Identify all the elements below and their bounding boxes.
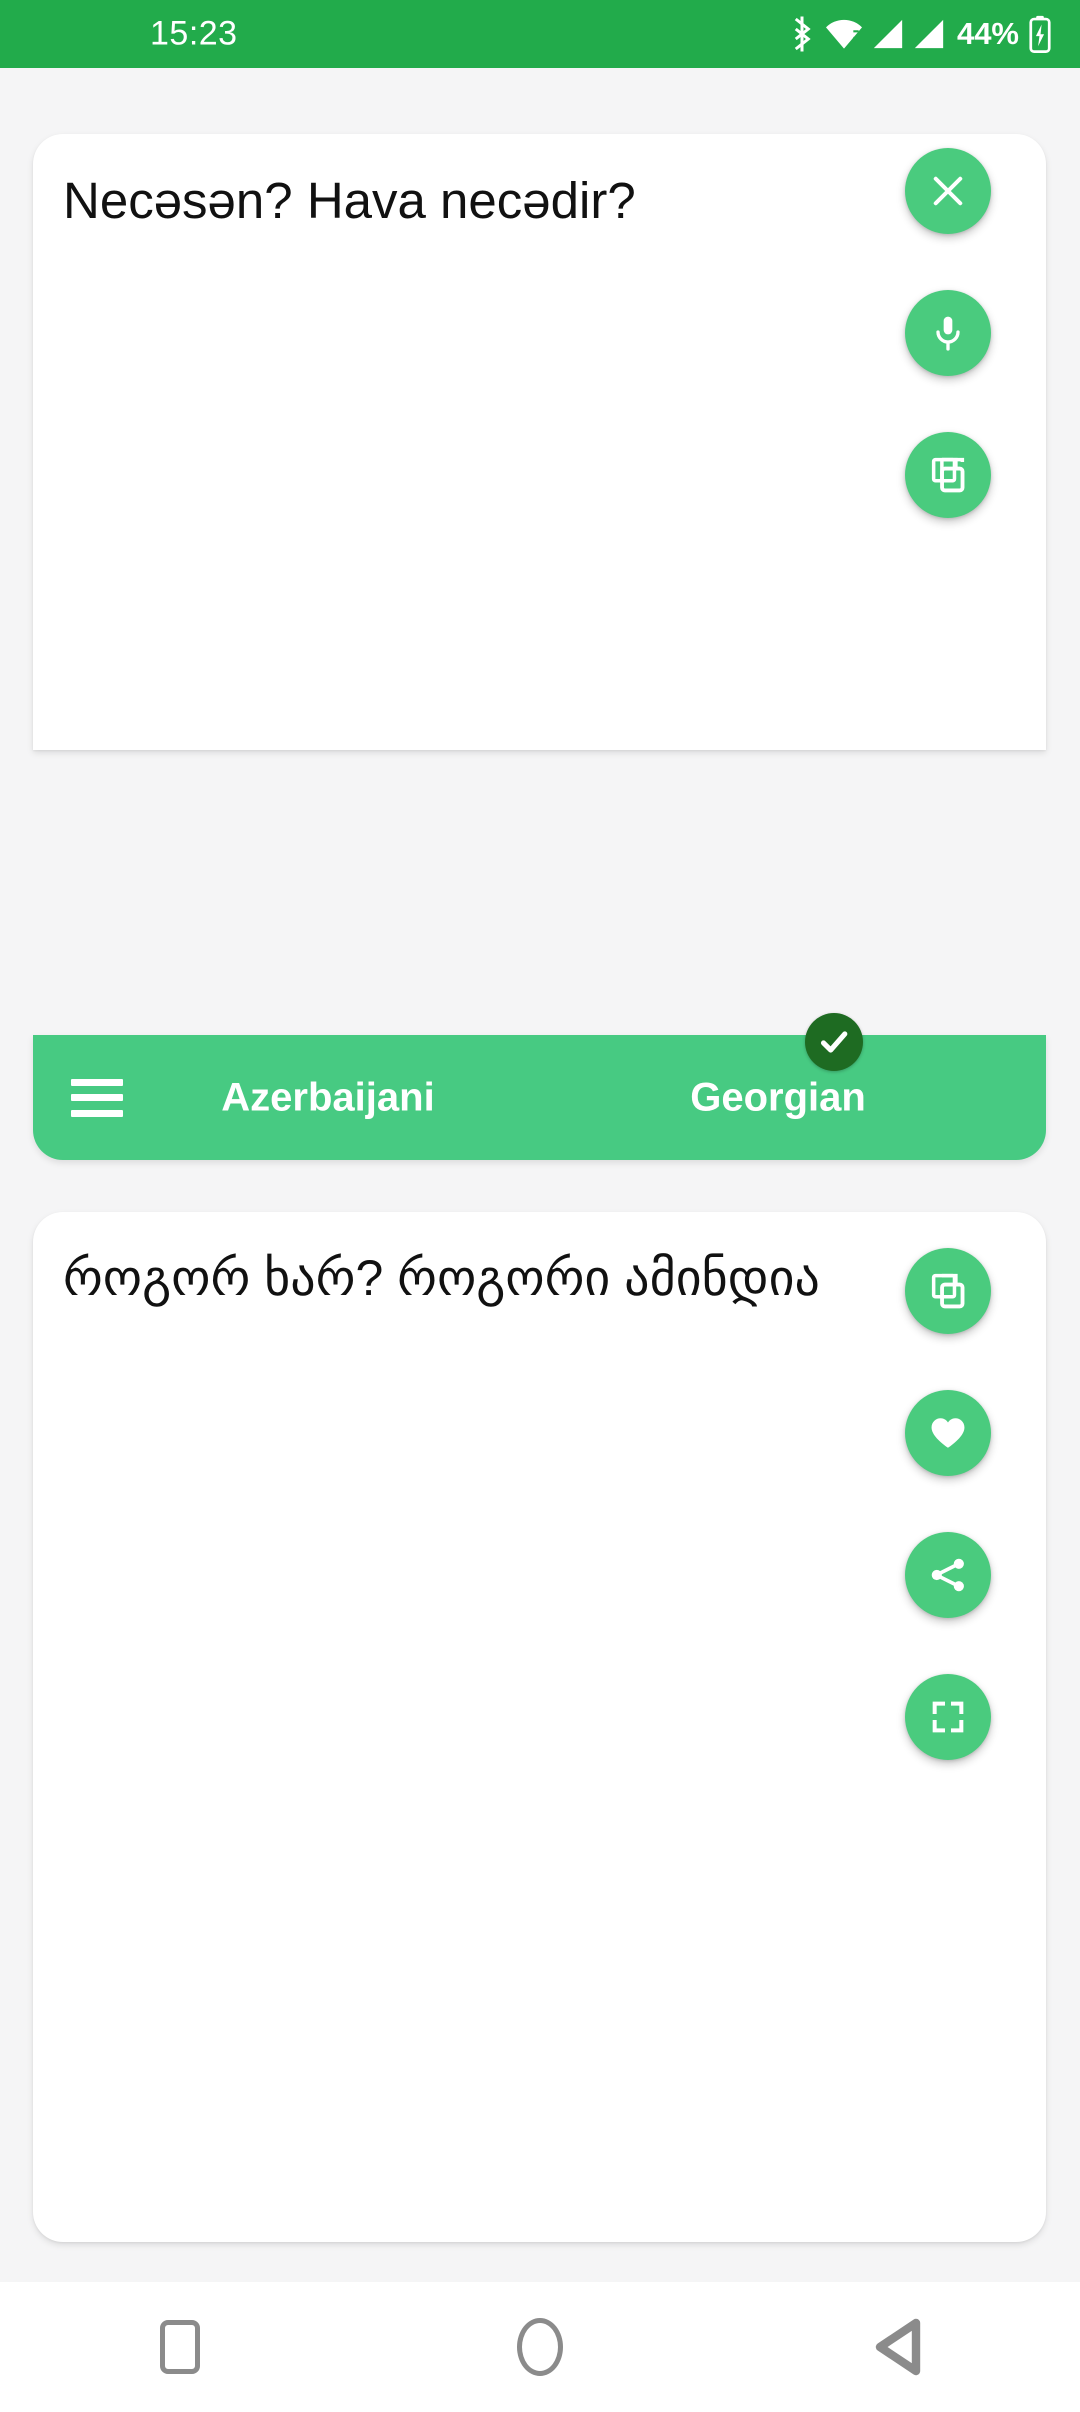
copy-icon [931, 457, 965, 493]
source-language-selector[interactable]: Azerbaijani [143, 1075, 513, 1120]
target-language-selector[interactable]: Georgian [593, 1075, 963, 1120]
square-icon [160, 2320, 200, 2374]
wifi-icon [825, 19, 862, 49]
bluetooth-icon [794, 16, 811, 52]
favorite-button[interactable] [905, 1390, 991, 1476]
close-icon [933, 176, 963, 206]
translated-text[interactable]: როგორ ხარ? როგორი ამინდია [63, 1248, 883, 1309]
heart-icon [931, 1418, 965, 1448]
signal-bars-2-icon [914, 19, 944, 49]
language-selector-bar: Azerbaijani Georgian [33, 1013, 1046, 1160]
fullscreen-icon [932, 1701, 964, 1733]
copy-source-button[interactable] [905, 432, 991, 518]
nav-recents-button[interactable] [115, 2282, 245, 2412]
nav-home-button[interactable] [475, 2282, 605, 2412]
share-button[interactable] [905, 1532, 991, 1618]
status-bar: 15:23 44% [0, 0, 1080, 68]
source-text-card[interactable]: Necəsən? Hava necədir? [33, 134, 1046, 750]
app-screen: 15:23 44% Necəsən? Hava necədir? Azerbai… [0, 0, 1080, 2412]
status-icon-tray: 44% [787, 15, 1052, 53]
menu-line-2 [71, 1094, 123, 1101]
fullscreen-button[interactable] [905, 1674, 991, 1760]
microphone-icon [936, 316, 960, 351]
voice-input-button[interactable] [905, 290, 991, 376]
clear-button[interactable] [905, 148, 991, 234]
menu-line-1 [71, 1078, 123, 1086]
translation-result-card[interactable]: როგორ ხარ? როგორი ამინდია [33, 1212, 1046, 2242]
check-badge-icon [805, 1013, 863, 1071]
battery-percent-label: 44% [956, 16, 1019, 51]
copy-translation-button[interactable] [905, 1248, 991, 1334]
status-clock: 15:23 [150, 14, 238, 53]
battery-charging-icon [1029, 15, 1051, 53]
share-icon [931, 1558, 964, 1592]
nav-back-button[interactable] [835, 2282, 965, 2412]
menu-line-3 [71, 1109, 123, 1117]
source-text[interactable]: Necəsən? Hava necədir? [63, 170, 883, 231]
signal-bars-icon [873, 19, 903, 49]
circle-icon [517, 2318, 563, 2376]
hamburger-menu-icon[interactable] [71, 1078, 123, 1117]
triangle-left-icon [875, 2318, 921, 2376]
checkmark-glyph [820, 1031, 848, 1053]
copy-icon [931, 1273, 965, 1309]
android-navigation-bar [0, 2282, 1080, 2412]
